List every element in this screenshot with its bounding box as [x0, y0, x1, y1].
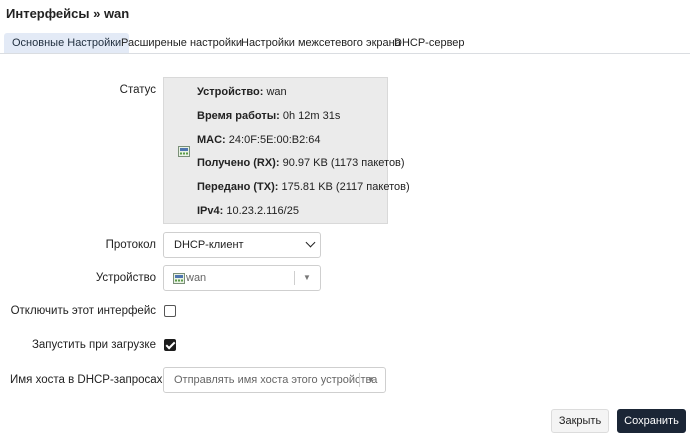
status-mac-value: 24:0F:5E:00:B2:64: [228, 134, 321, 146]
status-device: Устройство: wan: [197, 86, 287, 98]
status-tx: Передано (TX): 175.81 KB (2117 пакетов): [197, 181, 410, 193]
status-mac: MAC: 24:0F:5E:00:B2:64: [197, 134, 321, 146]
select-separator: [294, 271, 295, 285]
status-ipv4-key: IPv4:: [197, 205, 224, 217]
triangle-down-icon: ▼: [367, 375, 375, 384]
disable-interface-checkbox[interactable]: [164, 305, 176, 317]
status-rx-key: Получено (RX):: [197, 157, 280, 169]
tab-dhcp-server[interactable]: DHCP-сервер: [386, 33, 473, 53]
select-separator: [359, 373, 360, 387]
page-title: Интерфейсы » wan: [6, 6, 130, 21]
autostart-label: Запустить при загрузке: [31, 339, 156, 351]
status-mac-key: MAC:: [197, 134, 226, 146]
status-uptime-key: Время работы:: [197, 110, 280, 122]
device-select-value: wan: [186, 272, 207, 284]
protocol-label: Протокол: [105, 239, 156, 251]
device-select[interactable]: wan ▼: [163, 265, 321, 291]
status-device-value: wan: [266, 86, 287, 98]
hostname-select[interactable]: Отправлять имя хоста этого устройства ▼: [163, 367, 386, 393]
status-uptime: Время работы: 0h 12m 31s: [197, 110, 340, 122]
status-label: Статус: [119, 84, 156, 96]
save-button[interactable]: Сохранить: [617, 409, 686, 433]
network-port-icon: [173, 273, 185, 284]
status-device-key: Устройство:: [197, 86, 264, 98]
tab-advanced-settings[interactable]: Расширеные настройки: [113, 33, 250, 53]
status-ipv4: IPv4: 10.23.2.116/25: [197, 205, 299, 217]
hostname-label: Имя хоста в DHCP-запросах: [10, 374, 163, 386]
status-rx-value: 90.97 KB (1173 пакетов): [282, 157, 405, 169]
autostart-checkbox[interactable]: [164, 339, 176, 351]
close-button[interactable]: Закрыть: [551, 409, 609, 433]
status-ipv4-value: 10.23.2.116/25: [226, 205, 299, 217]
status-tx-key: Передано (TX):: [197, 181, 279, 193]
network-port-icon: [178, 146, 190, 157]
status-panel: Устройство: wan Время работы: 0h 12m 31s…: [163, 77, 410, 224]
status-rx: Получено (RX): 90.97 KB (1173 пакетов): [197, 157, 405, 169]
tab-basic-settings[interactable]: Основные Настройки: [4, 33, 130, 53]
protocol-select[interactable]: DHCP-клиент: [163, 232, 321, 258]
disable-interface-label: Отключить этот интерфейс: [10, 305, 156, 317]
status-uptime-value: 0h 12m 31s: [282, 110, 341, 122]
chevron-down-icon: [305, 237, 316, 248]
triangle-down-icon: ▼: [303, 273, 311, 282]
tab-firewall-settings[interactable]: Настройки межсетевого экрана: [233, 33, 409, 53]
hostname-placeholder: Отправлять имя хоста этого устройства: [174, 374, 378, 386]
tab-bar: Основные Настройки Расширеные настройки …: [0, 30, 690, 54]
device-label: Устройство: [95, 272, 156, 284]
status-tx-value: 175.81 KB (2117 пакетов): [281, 181, 410, 193]
protocol-select-value: DHCP-клиент: [174, 239, 244, 251]
